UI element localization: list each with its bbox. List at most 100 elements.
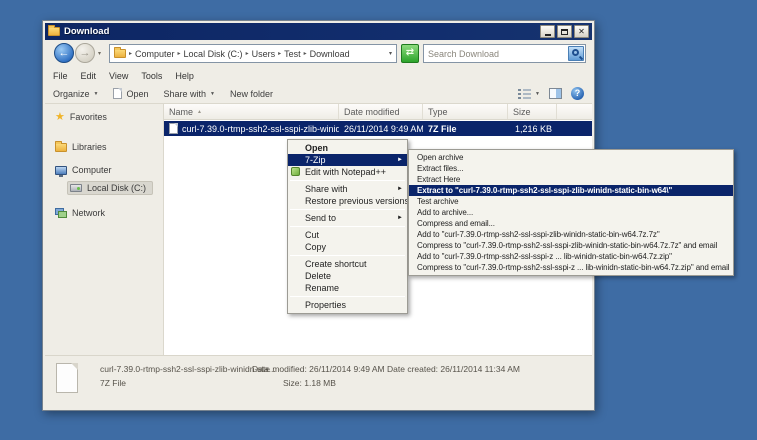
search-button[interactable] xyxy=(568,46,584,61)
help-button[interactable]: ? xyxy=(571,87,584,100)
submenu-extract-here[interactable]: Extract Here xyxy=(409,174,733,185)
search-input[interactable] xyxy=(424,49,567,59)
refresh-icon: ⇄ xyxy=(406,47,414,58)
details-date-modified: Date modified: 26/11/2014 9:49 AM xyxy=(252,364,385,374)
context-menu-restore-previous[interactable]: Restore previous versions xyxy=(288,195,407,207)
submenu-open-archive[interactable]: Open archive xyxy=(409,152,733,163)
close-icon: ✕ xyxy=(578,28,585,36)
organize-button[interactable]: Organize ▼ xyxy=(53,89,98,99)
column-label: Size xyxy=(513,107,531,117)
forward-arrow-icon: → xyxy=(80,47,91,59)
file-icon-large xyxy=(56,363,78,393)
submenu-compress-to-zip-email[interactable]: Compress to "curl-7.39.0-rtmp-ssh2-ssl-s… xyxy=(409,262,733,273)
organize-label: Organize xyxy=(53,89,90,99)
change-view-button[interactable]: ▼ xyxy=(518,89,540,99)
column-header-name[interactable]: Name ▲ xyxy=(164,104,339,119)
sidebar-item-libraries[interactable]: Libraries xyxy=(55,140,107,154)
search-box[interactable] xyxy=(423,44,586,63)
menu-view[interactable]: View xyxy=(109,71,128,81)
file-icon xyxy=(113,88,122,99)
details-file-type: 7Z File xyxy=(100,378,126,388)
context-menu: Open 7-Zip ► Edit with Notepad++ Share w… xyxy=(287,139,408,314)
details-size: Size: 1.18 MB xyxy=(283,378,336,388)
open-button[interactable]: Open xyxy=(113,88,148,99)
chevron-down-icon: ▼ xyxy=(535,91,540,97)
column-header-date-modified[interactable]: Date modified xyxy=(339,104,423,119)
maximize-button[interactable] xyxy=(557,25,572,38)
context-menu-properties[interactable]: Properties xyxy=(288,299,407,311)
sidebar-item-favorites[interactable]: ★ Favorites xyxy=(55,110,107,124)
share-with-label: Share with xyxy=(164,89,207,99)
submenu-add-to-archive[interactable]: Add to archive... xyxy=(409,207,733,218)
submenu-extract-files[interactable]: Extract files... xyxy=(409,163,733,174)
sidebar-item-local-disk[interactable]: Local Disk (C:) xyxy=(67,181,153,195)
context-menu-rename[interactable]: Rename xyxy=(288,282,407,294)
command-bar: Organize ▼ Open Share with ▼ New folder xyxy=(45,84,592,104)
back-arrow-icon: ← xyxy=(59,47,70,59)
forward-button[interactable]: → xyxy=(75,43,95,63)
file-name-cell: curl-7.39.0-rtmp-ssh2-ssl-sspi-zlib-wini… xyxy=(164,123,339,134)
breadcrumb-test[interactable]: Test xyxy=(284,49,301,59)
column-label: Name xyxy=(169,107,193,117)
submenu-test-archive[interactable]: Test archive xyxy=(409,196,733,207)
folder-icon xyxy=(48,27,60,36)
context-menu-cut[interactable]: Cut xyxy=(288,229,407,241)
sidebar-item-computer[interactable]: Computer xyxy=(55,163,112,177)
computer-icon xyxy=(55,166,67,175)
context-menu-share-with[interactable]: Share with ► xyxy=(288,183,407,195)
sidebar-item-network[interactable]: Network xyxy=(55,206,105,220)
submenu-add-to-7z[interactable]: Add to "curl-7.39.0-rtmp-ssh2-ssl-sspi-z… xyxy=(409,229,733,240)
refresh-button[interactable]: ⇄ xyxy=(401,44,419,63)
menu-file[interactable]: File xyxy=(53,71,68,81)
address-history-dropdown[interactable]: ▾ xyxy=(389,50,392,57)
context-menu-copy[interactable]: Copy xyxy=(288,241,407,253)
address-bar[interactable]: ▸ Computer ▸ Local Disk (C:) ▸ Users ▸ T… xyxy=(109,44,397,63)
chevron-down-icon: ▼ xyxy=(94,91,99,97)
context-menu-delete[interactable]: Delete xyxy=(288,270,407,282)
column-header-type[interactable]: Type xyxy=(423,104,508,119)
breadcrumb-users[interactable]: Users xyxy=(252,49,276,59)
breadcrumb-computer[interactable]: Computer xyxy=(135,49,175,59)
context-menu-edit-notepadpp[interactable]: Edit with Notepad++ xyxy=(288,166,407,178)
preview-pane-button[interactable] xyxy=(549,88,562,99)
search-icon xyxy=(572,49,579,56)
share-with-button[interactable]: Share with ▼ xyxy=(164,89,215,99)
navigation-row: ← → ▾ ▸ Computer ▸ Local Disk (C:) ▸ Use… xyxy=(45,40,592,67)
menu-bar: File Edit View Tools Help xyxy=(45,67,592,84)
breadcrumb-local-disk[interactable]: Local Disk (C:) xyxy=(184,49,243,59)
submenu-add-to-zip[interactable]: Add to "curl-7.39.0-rtmp-ssh2-ssl-sspi-z… xyxy=(409,251,733,262)
menu-separator xyxy=(290,180,405,181)
file-icon xyxy=(169,123,178,134)
network-icon xyxy=(55,208,67,218)
context-menu-open[interactable]: Open xyxy=(288,142,407,154)
recent-pages-dropdown[interactable]: ▾ xyxy=(98,50,101,57)
table-row[interactable]: curl-7.39.0-rtmp-ssh2-ssl-sspi-zlib-wini… xyxy=(164,121,592,136)
close-button[interactable]: ✕ xyxy=(574,25,589,38)
context-menu-send-to[interactable]: Send to ► xyxy=(288,212,407,224)
column-headers: Name ▲ Date modified Type Size xyxy=(164,104,592,120)
titlebar[interactable]: Download ✕ xyxy=(45,23,592,40)
sort-ascending-icon: ▲ xyxy=(197,109,202,115)
sidebar-label: Computer xyxy=(72,165,112,175)
new-folder-button[interactable]: New folder xyxy=(230,89,273,99)
breadcrumb-arrow-icon: ▸ xyxy=(304,50,307,57)
menu-label: Share with xyxy=(305,184,348,194)
context-menu-7zip[interactable]: 7-Zip ► xyxy=(288,154,407,166)
drive-icon xyxy=(70,184,82,192)
sidebar-label: Local Disk (C:) xyxy=(87,183,146,193)
submenu-compress-to-7z-email[interactable]: Compress to "curl-7.39.0-rtmp-ssh2-ssl-s… xyxy=(409,240,733,251)
back-button[interactable]: ← xyxy=(54,43,74,63)
breadcrumb-arrow-icon: ▸ xyxy=(246,50,249,57)
sidebar-label: Libraries xyxy=(72,142,107,152)
menu-help[interactable]: Help xyxy=(175,71,194,81)
context-menu-create-shortcut[interactable]: Create shortcut xyxy=(288,258,407,270)
file-size-cell: 1,216 KB xyxy=(508,124,557,134)
submenu-arrow-icon: ► xyxy=(397,212,403,224)
menu-edit[interactable]: Edit xyxy=(81,71,97,81)
submenu-extract-to[interactable]: Extract to "curl-7.39.0-rtmp-ssh2-ssl-ss… xyxy=(409,185,733,196)
submenu-compress-and-email[interactable]: Compress and email... xyxy=(409,218,733,229)
menu-tools[interactable]: Tools xyxy=(141,71,162,81)
minimize-button[interactable] xyxy=(540,25,555,38)
column-header-size[interactable]: Size xyxy=(508,104,557,119)
breadcrumb-download[interactable]: Download xyxy=(310,49,350,59)
